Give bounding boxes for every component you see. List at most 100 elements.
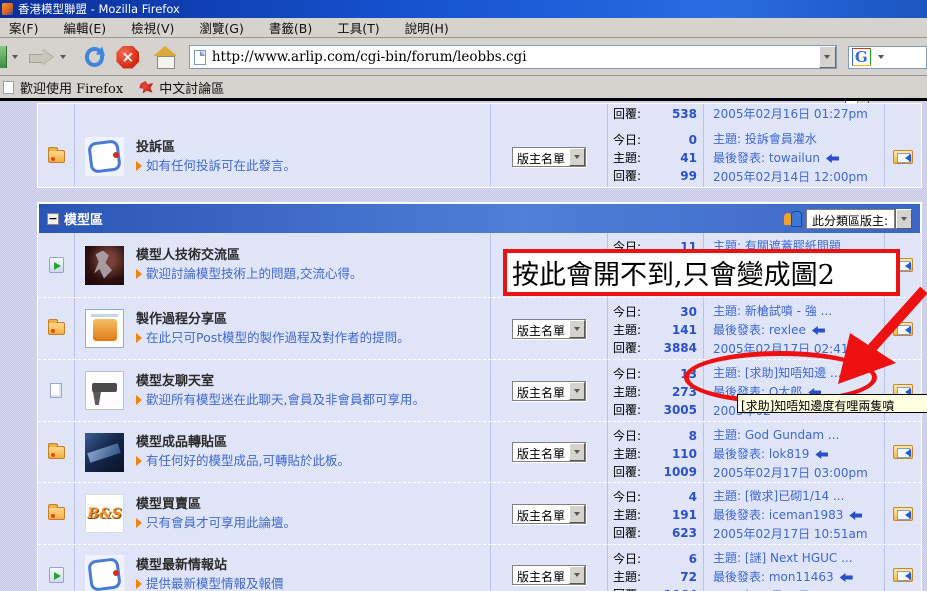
back-dropdown-icon[interactable] <box>11 55 18 59</box>
annotation-box: 按此會開不到,只會變成圖2 <box>503 249 900 296</box>
forum-description: 提供最新模型情報及報價 <box>136 575 284 591</box>
chevron-down-icon <box>574 154 580 159</box>
jump-to-newest-icon[interactable] <box>892 567 913 582</box>
stat-replies: 回覆: 3005 <box>613 403 697 417</box>
menu-item[interactable]: 檢視(V) <box>123 17 182 38</box>
jump-to-newest-icon[interactable] <box>892 506 913 521</box>
stat-today: 今日: 6 <box>613 552 697 566</box>
forum-name-link[interactable]: 模型買賣區 <box>136 496 296 514</box>
jump-to-newest-icon[interactable] <box>892 149 913 164</box>
left-arrow-icon <box>839 573 853 582</box>
stat-topics: 主題: 141 <box>613 323 697 337</box>
search-box[interactable]: G <box>847 45 927 69</box>
partial-row: 回覆: 538 2005年02月16日 01:27pm <box>38 104 921 126</box>
forum-icon <box>85 555 124 591</box>
annotation-text: 按此會開不到,只會變成圖2 <box>512 260 835 291</box>
stat-today: 今日: 4 <box>613 490 697 504</box>
forum-name-link[interactable]: 投訴區 <box>136 139 296 157</box>
forward-button[interactable] <box>28 46 55 68</box>
url-bar <box>188 45 837 69</box>
moderator-select[interactable]: 版主名單 <box>512 380 586 401</box>
menu-item[interactable]: 書籤(B) <box>261 17 320 38</box>
menu-item[interactable]: 工具(T) <box>329 17 387 38</box>
collapse-button[interactable]: − <box>47 212 59 225</box>
moderator-select-button[interactable] <box>569 381 585 400</box>
home-button[interactable] <box>152 45 179 69</box>
stat-replies: 回覆: 1009 <box>613 465 697 479</box>
forward-dropdown-icon[interactable] <box>59 55 66 59</box>
lastpost-topic-link[interactable]: 主題: [徵求]已砌1/14 ... <box>713 487 844 506</box>
moderator-select[interactable]: 版主名單 <box>512 564 586 585</box>
forum-description: 歡迎討論模型技術上的問題,交流心得。 <box>136 265 362 283</box>
reload-button[interactable] <box>84 47 105 67</box>
moderator-select-button[interactable] <box>569 319 585 338</box>
lastpost-cell: 主題: 新槍試噴 - 強 ... 最後發表: rexlee 2005年02月17… <box>703 298 884 359</box>
stat-replies: 回覆: 623 <box>613 526 697 540</box>
forum-name-link[interactable]: 模型成品轉貼區 <box>136 434 350 452</box>
category-moderator-button[interactable] <box>896 208 912 229</box>
moderator-select-button[interactable] <box>569 147 585 166</box>
lastpost-topic-link[interactable]: 主題: 投訴會員灌水 <box>713 130 817 149</box>
jump-to-newest-icon[interactable] <box>892 321 913 336</box>
forum-text-block: 模型買賣區 只有會員才可享用此論壇。 <box>136 496 296 532</box>
menu-item[interactable]: 說明(H) <box>397 17 457 38</box>
forum-text-block: 投訴區 如有任何投訴可在此發言。 <box>136 139 296 175</box>
moderator-select-value: 版主名單 <box>517 151 566 166</box>
bookmark-item[interactable]: 歡迎使用 Firefox <box>20 78 123 97</box>
google-logo-icon: G <box>851 48 871 66</box>
lastpost-poster-link[interactable]: 最後發表: lok819 <box>713 445 809 464</box>
forum-page: 回覆: 538 2005年02月16日 01:27pm 投訴區 如有任何投訴可在… <box>0 101 927 591</box>
forum-description: 歡迎所有模型迷在此聊天,會員及非會員都可享用。 <box>136 391 425 409</box>
stop-button[interactable]: × <box>116 45 140 69</box>
lastpost-poster-link[interactable]: 最後發表: iceman1983 <box>713 506 843 525</box>
forum-description-text: 歡迎討論模型技術上的問題,交流心得。 <box>146 266 363 281</box>
moderator-cell: 版主名單 <box>490 298 607 359</box>
moderator-select[interactable]: 版主名單 <box>512 442 586 462</box>
moderator-select[interactable]: 版主名單 <box>512 318 586 339</box>
moderator-select-button[interactable] <box>569 565 585 584</box>
lastpost-topic-link[interactable]: 主題: [謎] Next HGUC ... <box>713 549 853 568</box>
lastpost-topic-link[interactable]: 主題: 新槍試噴 - 強 ... <box>713 302 832 321</box>
lastpost-poster-link[interactable]: 最後發表: towailun <box>713 149 820 168</box>
forum-description-text: 在此只可Post模型的製作過程及對作者的提問。 <box>146 329 410 345</box>
forum-info-cell: 模型最新情報站 提供最新模型情報及報價 <box>74 545 490 591</box>
url-history-dropdown-button[interactable] <box>818 46 836 68</box>
forum-info-cell: 模型成品轉貼區 有任何好的模型成品,可轉貼於此板。 <box>74 422 490 482</box>
menu-item[interactable]: 案(F) <box>1 17 46 38</box>
forum-name-link[interactable]: 模型人技術交流區 <box>136 247 362 265</box>
bookmark-item[interactable]: 中文討論區 <box>159 78 224 97</box>
lastpost-cell: 主題: [謎] Next HGUC ... 最後發表: mon11463 200… <box>703 545 884 591</box>
lastpost-topic-link[interactable]: 主題: God Gundam ... <box>713 426 839 445</box>
forum-description-text: 有任何好的模型成品,可轉貼於此板。 <box>146 453 350 468</box>
forum-status-icon <box>47 442 65 459</box>
menu-item[interactable]: 瀏覽(G) <box>191 17 251 38</box>
forum-status-cell <box>38 233 74 297</box>
moderator-cell: 版主名單 <box>490 422 607 482</box>
link-tooltip: [求助]知唔知邊度有哩兩隻噴 <box>737 394 927 413</box>
jump-cell <box>884 126 920 187</box>
menu-item[interactable]: 編輯(E) <box>55 17 114 38</box>
jump-to-newest-icon[interactable] <box>892 445 913 459</box>
search-engine-dropdown-icon[interactable] <box>877 55 884 59</box>
url-input[interactable] <box>211 47 819 67</box>
forum-description-text: 如有任何投訴可在此發言。 <box>146 157 297 173</box>
moderator-select-button[interactable] <box>569 504 585 523</box>
moderator-select[interactable]: 版主名單 <box>512 503 586 524</box>
forum-name-link[interactable]: 製作過程分享區 <box>136 311 410 329</box>
moderator-select-button[interactable] <box>569 443 585 461</box>
bookmarks-bar: 歡迎使用 Firefox 中文討論區 <box>0 77 927 98</box>
forum-name-link[interactable]: 模型最新情報站 <box>136 557 284 575</box>
forum-icon <box>85 309 124 348</box>
lastpost-date: 2005年02月14日 12:00pm <box>713 170 868 184</box>
back-button[interactable] <box>0 46 7 68</box>
moderator-select[interactable]: 版主名單 <box>512 146 586 167</box>
lastpost-poster-link[interactable]: 最後發表: rexlee <box>713 321 806 340</box>
chevron-down-icon <box>901 216 907 221</box>
forum-status-icon <box>47 319 65 335</box>
title-bar: 香港模型聯盟 - Mozilla Firefox <box>0 0 927 18</box>
category-moderator-select[interactable]: 此分類區版主: <box>805 208 912 229</box>
lastpost-topic-link[interactable]: 主題: [求助]知唔知邊 ... <box>713 364 841 383</box>
stat-topics: 主題: 273 <box>613 385 697 399</box>
forum-name-link[interactable]: 模型友聊天室 <box>136 373 425 391</box>
lastpost-poster-link[interactable]: 最後發表: mon11463 <box>713 568 834 587</box>
